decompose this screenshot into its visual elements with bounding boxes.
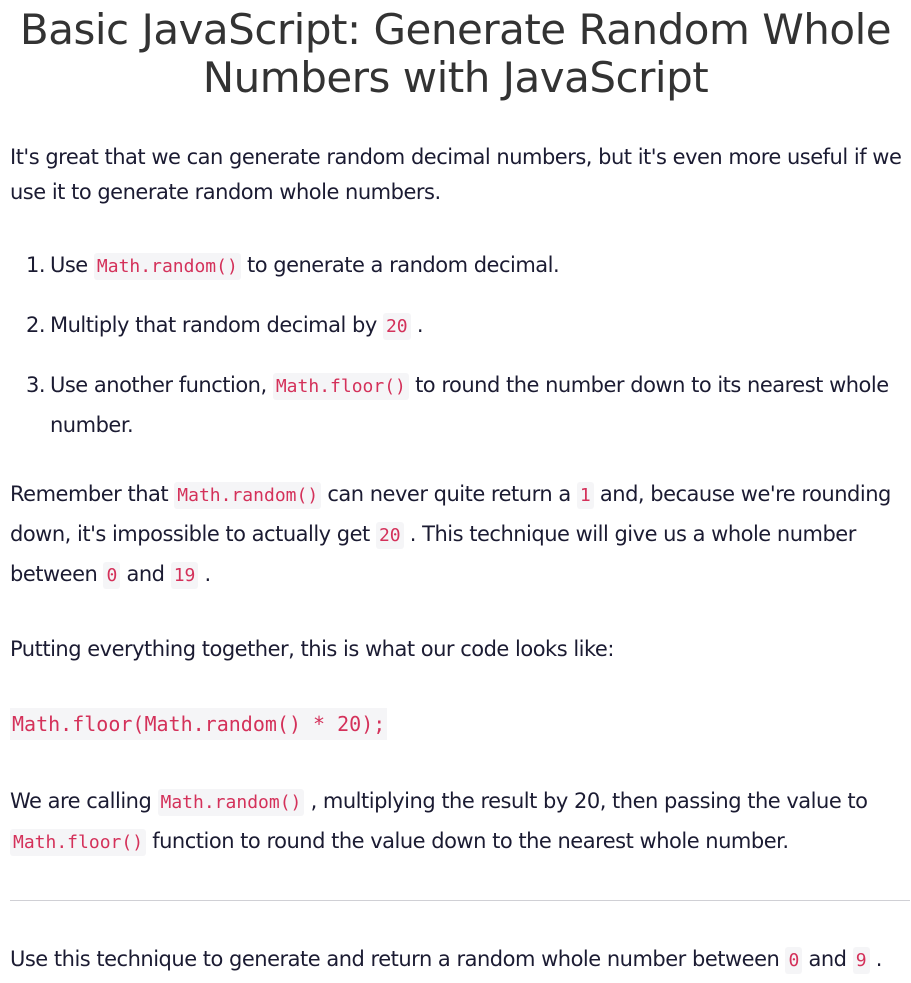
page-title: Basic JavaScript: Generate Random Whole …	[19, 5, 892, 102]
inline-code: 20	[382, 313, 411, 340]
step-number: 1.	[26, 253, 46, 277]
inline-code: 0	[785, 947, 803, 974]
list-item: 2. Multiply that random decimal by 20 .	[10, 306, 900, 346]
list-item: 3. Use another function, Math.floor() to …	[10, 366, 900, 444]
inline-code: 0	[103, 562, 121, 589]
inline-code: Math.floor()	[10, 829, 147, 856]
inline-code: Math.floor()	[272, 373, 409, 400]
code-example: Math.floor(Math.random() * 20);	[10, 708, 388, 740]
intro-paragraph: It's great that we can generate random d…	[10, 145, 902, 204]
step-number: 3.	[26, 373, 46, 397]
list-item: 1. Use Math.random() to generate a random…	[10, 246, 900, 286]
challenge-description: Basic JavaScript: Generate Random Whole …	[0, 0, 911, 983]
remember-paragraph: Remember that Math.random() can never qu…	[10, 475, 905, 595]
step-number: 2.	[26, 313, 46, 337]
inline-code: Math.random()	[157, 789, 305, 816]
inline-code: 9	[852, 947, 870, 974]
instruction-paragraph: Use this technique to generate and retur…	[10, 940, 905, 980]
inline-code: 1	[576, 482, 594, 509]
inline-code: 19	[170, 562, 199, 589]
inline-code: Math.random()	[93, 253, 241, 280]
together-paragraph: Putting everything together, this is wha…	[10, 637, 614, 661]
inline-code: 20	[375, 522, 404, 549]
calling-paragraph: We are calling Math.random() , multiplyi…	[10, 782, 905, 862]
section-divider	[10, 900, 910, 901]
inline-code: Math.random()	[174, 482, 322, 509]
steps-list: 1. Use Math.random() to generate a random…	[10, 246, 900, 444]
